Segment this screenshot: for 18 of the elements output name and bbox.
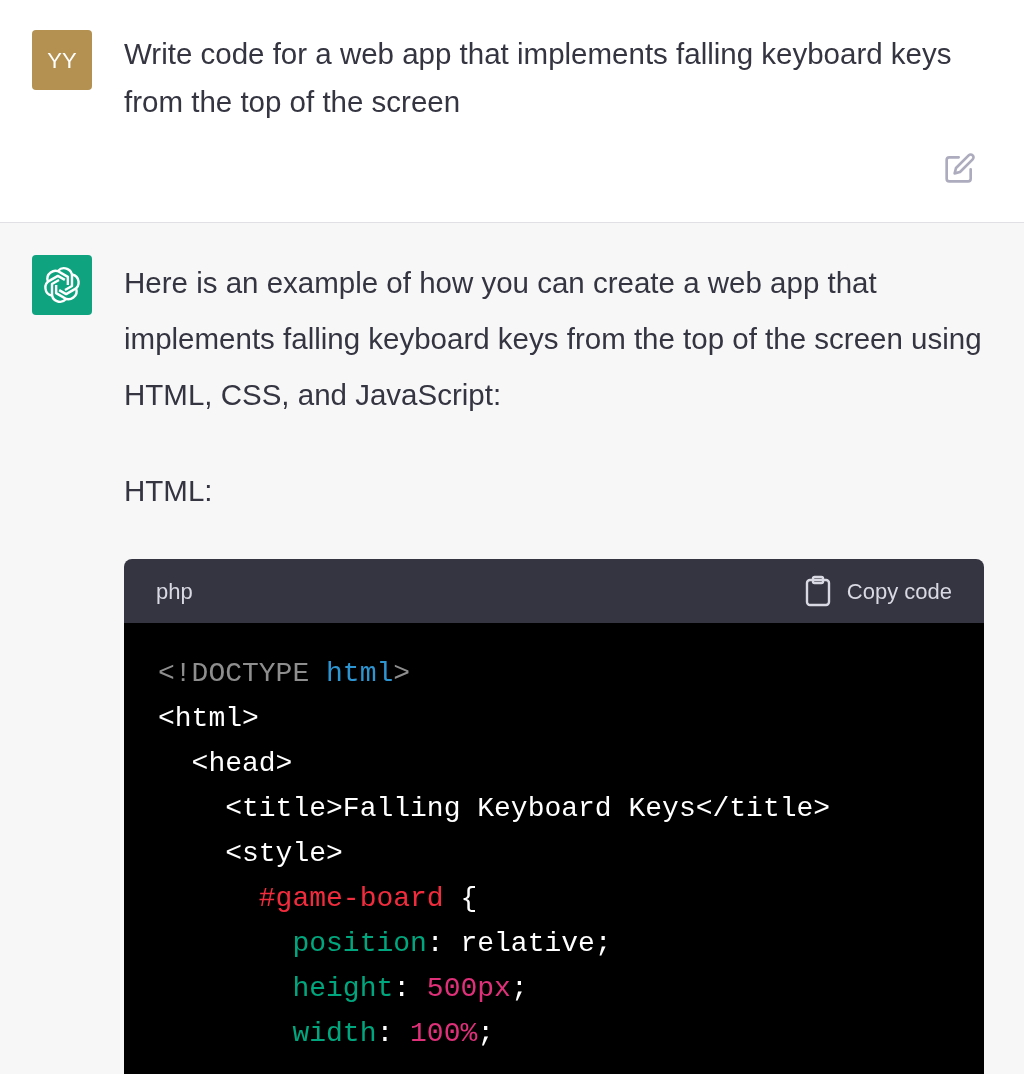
code-line: <style> [224,837,343,871]
code-line: height: 500px; [291,972,528,1006]
message-text: HTML: [124,473,214,509]
code-line: #game-board { [257,882,478,916]
code-line: <html> [158,702,259,736]
code-line: position: relative; [291,927,612,961]
clipboard-icon [804,575,831,607]
code-language: php [156,577,193,606]
message-text: Write code for a web app that implements falling keyboard keys from the top of the screen [124,36,953,120]
logo-icon [42,265,82,305]
code-line: <title>Falling Keyboard Keys</title> [224,792,831,826]
code-line: <head> [190,747,293,781]
message-text: Here is an example of how you can create a web app that implements falling keyboard keys from the top of the screen using HTML, CSS, and JavaScript: [124,265,983,413]
edit-icon[interactable] [944,152,976,184]
code-line: <!DOCTYPE html> [158,657,411,691]
code-line: width: 100%; [291,1017,495,1051]
copy-code-button[interactable]: Copy code [804,574,952,608]
user-avatar: YY [32,30,92,90]
